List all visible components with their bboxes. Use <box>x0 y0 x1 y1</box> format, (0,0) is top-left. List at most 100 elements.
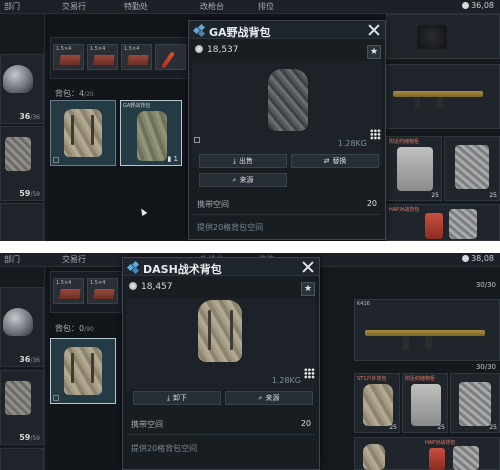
vest-icon <box>455 145 489 189</box>
diamond-icon <box>126 260 140 275</box>
stash-item[interactable]: 25 <box>450 373 500 433</box>
extra-slot[interactable] <box>0 203 44 241</box>
rifle-grip <box>415 97 420 109</box>
money-display: 36,08 <box>462 1 494 10</box>
armor-durability: 59/59 <box>19 189 40 198</box>
brick-icon <box>93 55 115 65</box>
source-button[interactable]: ⌕ 来源 <box>225 391 313 405</box>
brick-icon <box>93 289 115 299</box>
favorite-star-icon[interactable]: ★ <box>367 45 381 59</box>
strap <box>71 115 74 145</box>
red-bag-icon <box>425 213 443 239</box>
coin-icon <box>129 282 137 290</box>
expand-icon <box>194 137 200 143</box>
vest-icon <box>449 209 477 239</box>
vest-icon <box>5 381 31 415</box>
nav-item-special-ops[interactable]: 特勤处 <box>124 1 148 12</box>
swap-icon: ⇄ <box>323 157 330 165</box>
backpack-header: 背包：4/20 <box>55 89 94 98</box>
backpack-slot[interactable] <box>50 338 116 404</box>
nav-item-trade[interactable]: 交易行 <box>62 1 86 12</box>
ammo-box[interactable]: 1.5×4 <box>121 44 152 70</box>
backpack-icon <box>64 109 102 157</box>
backpack-slot[interactable] <box>50 100 116 166</box>
backpack-icon <box>198 300 242 362</box>
armor-slot[interactable]: 59/59 <box>0 370 44 445</box>
nav-item-trade[interactable]: 交易行 <box>62 254 86 265</box>
item-detail-modal: GA野战背包 18,537 ★ 1.28KG ⤓ 出售 ⇄ 替换 ⌕ 来源 携带空间 … <box>188 20 386 240</box>
modal-header: GA野战背包 <box>189 21 385 39</box>
weapon-slot[interactable]: K416 <box>354 299 500 361</box>
stash-item[interactable]: 附近的储物柜 25 <box>386 136 442 201</box>
rifle-grip <box>403 336 409 350</box>
stash-item[interactable]: 附近的储物柜 25 <box>402 373 448 433</box>
backpack-icon <box>397 147 433 191</box>
expand-icon <box>53 395 59 401</box>
money-display: 38,08 <box>462 254 494 263</box>
item-weight: 1.28KG <box>337 139 367 148</box>
backpack-slot-selected[interactable]: GA野战背包 ▮ 1 <box>120 100 182 166</box>
backpack-icon <box>268 69 308 131</box>
divider <box>193 214 381 215</box>
ammo-box[interactable]: 1.5×4 <box>87 278 118 304</box>
ammo-box[interactable]: 1.5×4 <box>53 278 84 304</box>
replace-button[interactable]: ⇄ 替换 <box>291 154 379 168</box>
weapon-slot[interactable] <box>386 64 500 129</box>
backpack-icon <box>363 444 385 470</box>
item-description: 提供20格背包空间 <box>197 223 264 232</box>
source-button[interactable]: ⌕ 来源 <box>199 173 287 187</box>
stash-count: 30/30 <box>475 281 496 289</box>
rifle-mag <box>425 336 432 348</box>
close-icon[interactable] <box>367 23 381 37</box>
nav-item-department[interactable]: 部门 <box>4 1 20 12</box>
tool-icon <box>161 51 175 69</box>
brick-icon <box>59 55 81 65</box>
diamond-icon <box>192 23 206 38</box>
helmet-icon <box>3 308 33 336</box>
search-icon: ⌕ <box>258 394 263 402</box>
close-icon[interactable] <box>301 260 315 274</box>
stash-slot[interactable] <box>386 14 500 59</box>
pocket-storage: 1.5×4 1.5×4 1.5×4 <box>50 37 190 79</box>
stash-item[interactable]: HAP对战背包 <box>354 437 500 470</box>
stash-item[interactable]: HAP对战背包 <box>386 204 500 241</box>
unequip-icon: ⤓ <box>166 394 171 402</box>
coin-icon <box>462 255 470 262</box>
vest-icon <box>453 446 479 470</box>
tool-item[interactable] <box>155 44 186 70</box>
modal-title: GA野战背包 <box>209 26 271 39</box>
item-weight: 1.28KG <box>271 376 301 385</box>
inventory-panel-top: 部门 交易行 特勤处 改枪台 排位 36,08 36/36 59/59 1.5×… <box>0 0 500 241</box>
item-price: 18,537 <box>195 45 239 55</box>
stash-item[interactable]: ST1户外背包 25 <box>354 373 400 433</box>
nav-item-gunsmith[interactable]: 改枪台 <box>200 1 224 12</box>
sell-button[interactable]: ⤓ 出售 <box>199 154 287 168</box>
nav-item-ranked[interactable]: 排位 <box>258 1 274 12</box>
pack-count: ▮ 1 <box>167 155 178 163</box>
favorite-star-icon[interactable]: ★ <box>301 282 315 296</box>
strap <box>71 353 74 383</box>
helmet-slot[interactable]: 36/36 <box>0 54 44 124</box>
stash-item[interactable]: 25 <box>444 136 500 201</box>
modal-title: DASH战术背包 <box>143 263 222 276</box>
armor-slot[interactable]: 59/59 <box>0 126 44 201</box>
vest-icon <box>5 137 31 171</box>
capacity-row: 携带空间 20 <box>131 419 311 429</box>
nav-item-department[interactable]: 部门 <box>4 254 20 265</box>
top-nav-bar: 部门 交易行 特勤处 改枪台 排位 36,08 <box>0 0 500 14</box>
backpack-icon <box>411 384 441 426</box>
armor-durability: 59/59 <box>19 433 40 442</box>
helmet-durability: 36/36 <box>19 112 40 121</box>
helmet-icon <box>3 65 33 93</box>
vest-icon <box>459 382 491 426</box>
unequip-button[interactable]: ⤓ 卸下 <box>133 391 221 405</box>
extra-slot[interactable] <box>0 448 44 470</box>
coin-icon <box>195 45 203 53</box>
helmet-slot[interactable]: 36/36 <box>0 287 44 367</box>
item-price: 18,457 <box>129 282 173 292</box>
modal-header: DASH战术背包 <box>123 258 319 276</box>
ammo-box[interactable]: 1.5×4 <box>87 44 118 70</box>
item-detail-modal: DASH战术背包 18,457 ★ 1.28KG ⤓ 卸下 ⌕ 来源 携带空间 20… <box>122 257 320 470</box>
rifle-mag <box>437 97 443 107</box>
ammo-box[interactable]: 1.5×4 <box>53 44 84 70</box>
